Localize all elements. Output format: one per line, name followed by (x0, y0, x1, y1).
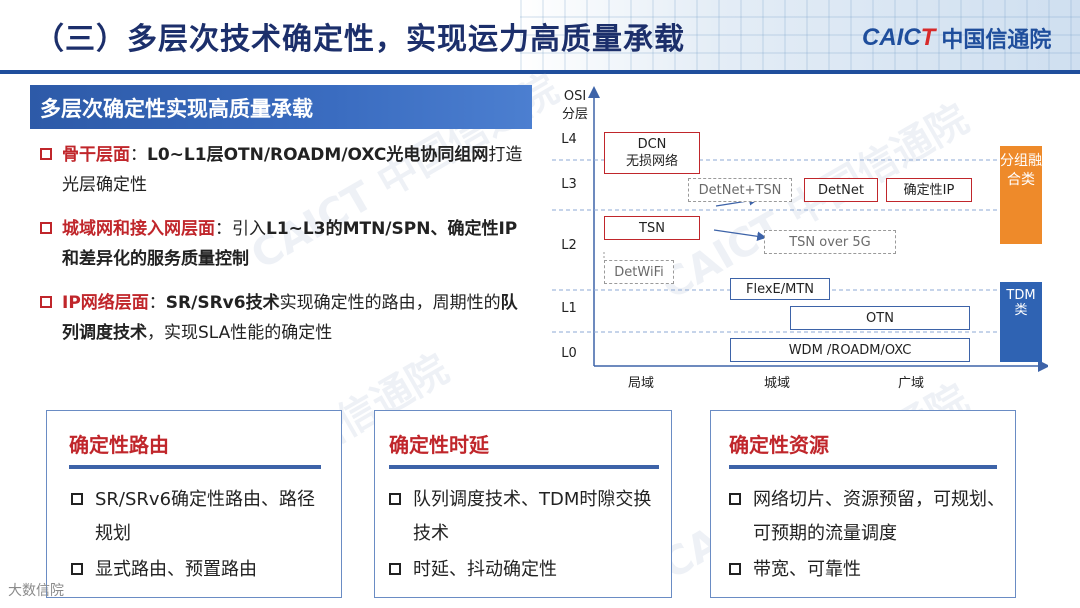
caict-logo: CAICT 中国信通院 (862, 22, 1051, 54)
bullet-marker (729, 563, 741, 575)
x-label: 城域 (764, 376, 791, 391)
box-wdm-roadm-oxc: WDM /ROADM/OXC (730, 338, 970, 362)
y-axis-title: OSI 分层 (562, 89, 589, 122)
level-label: L1 (561, 301, 577, 316)
box-detnet: DetNet (804, 178, 878, 202)
bullet-backbone: 骨干层面：L0~L1层OTN/ROADM/OXC光电协同组网打造光层确定性 (40, 140, 530, 200)
connector-arrow (713, 229, 767, 242)
bullet-lead: IP网络层面 (62, 293, 149, 313)
x-label: 局域 (628, 376, 655, 391)
list-item: 时延、抖动确定性 (389, 553, 665, 587)
card-list: SR/SRv6确定性路由、路径规划 显式路由、预置路由 (71, 483, 323, 589)
card-title: 确定性资源 (729, 433, 829, 457)
section-title: 多层次确定性实现高质量承载 (40, 97, 313, 121)
bullet-marker (40, 148, 52, 160)
box-tsn-over-5g: TSN over 5G (764, 230, 896, 254)
box-flexe-mtn: FlexE/MTN (730, 278, 830, 300)
list-item: 带宽、可靠性 (729, 553, 1011, 587)
bullet-metro-access: 城域网和接入网层面：引入L1~L3的MTN/SPN、确定性IP和差异化的服务质量… (40, 214, 530, 274)
bullet-marker (40, 296, 52, 308)
bullet-marker (389, 493, 401, 505)
card-title: 确定性时延 (389, 433, 489, 457)
card-list: 队列调度技术、TDM时隙交换技术 时延、抖动确定性 (389, 483, 665, 589)
osi-layer-diagram: OSI 分层 L4 L3 L2 L1 L0 DCN 无损网络 DetNet+TS… (548, 82, 1048, 392)
box-otn: OTN (790, 306, 970, 330)
box-dcn: DCN 无损网络 (604, 132, 700, 174)
card-deterministic-latency: 确定性时延 队列调度技术、TDM时隙交换技术 时延、抖动确定性 (374, 410, 672, 598)
bullet-lead: 城域网和接入网层面 (62, 219, 215, 239)
tdm-label: TDM类 (1000, 282, 1042, 362)
bullet-marker (71, 493, 83, 505)
level-label: L4 (561, 132, 577, 147)
logo-text: 中国信通院 (941, 28, 1052, 53)
box-tsn: TSN (604, 216, 700, 240)
bullet-list: 骨干层面：L0~L1层OTN/ROADM/OXC光电协同组网打造光层确定性 城域… (40, 140, 530, 362)
box-detwifi: DetWiFi (604, 260, 674, 284)
bullet-marker (40, 222, 52, 234)
x-label: 广域 (898, 376, 925, 391)
level-label: L0 (561, 346, 577, 361)
card-deterministic-resources: 确定性资源 网络切片、资源预留，可规划、可预期的流量调度 带宽、可靠性 (710, 410, 1016, 598)
card-title: 确定性路由 (69, 433, 169, 457)
box-deterministic-ip: 确定性IP (886, 178, 972, 202)
bullet-marker (71, 563, 83, 575)
page-title: （三）多层次技术确定性，实现运力高质量承载 (34, 22, 685, 57)
card-list: 网络切片、资源预留，可规划、可预期的流量调度 带宽、可靠性 (729, 483, 1011, 589)
bullet-ip-network: IP网络层面：SR/SRv6技术实现确定性的路由，周期性的队列调度技术，实现SL… (40, 288, 530, 348)
bullet-marker (729, 493, 741, 505)
card-deterministic-routing: 确定性路由 SR/SRv6确定性路由、路径规划 显式路由、预置路由 (46, 410, 342, 598)
card-rule (69, 465, 321, 469)
list-item: 显式路由、预置路由 (71, 553, 323, 587)
list-item: SR/SRv6确定性路由、路径规划 (71, 483, 323, 551)
bullet-marker (389, 563, 401, 575)
level-label: L2 (561, 238, 577, 253)
header-divider (0, 70, 1080, 74)
list-item: 网络切片、资源预留，可规划、可预期的流量调度 (729, 483, 1011, 551)
card-rule (389, 465, 659, 469)
logo-mark: CAICT (862, 24, 936, 51)
list-item: 队列调度技术、TDM时隙交换技术 (389, 483, 665, 551)
source-watermark: 大数信院 (8, 583, 64, 599)
box-detnet-tsn: DetNet+TSN (688, 178, 792, 202)
level-label: L3 (561, 177, 577, 192)
bullet-lead: 骨干层面 (62, 145, 130, 165)
packet-fusion-label: 分组融合类 (1000, 146, 1042, 244)
card-rule (729, 465, 997, 469)
